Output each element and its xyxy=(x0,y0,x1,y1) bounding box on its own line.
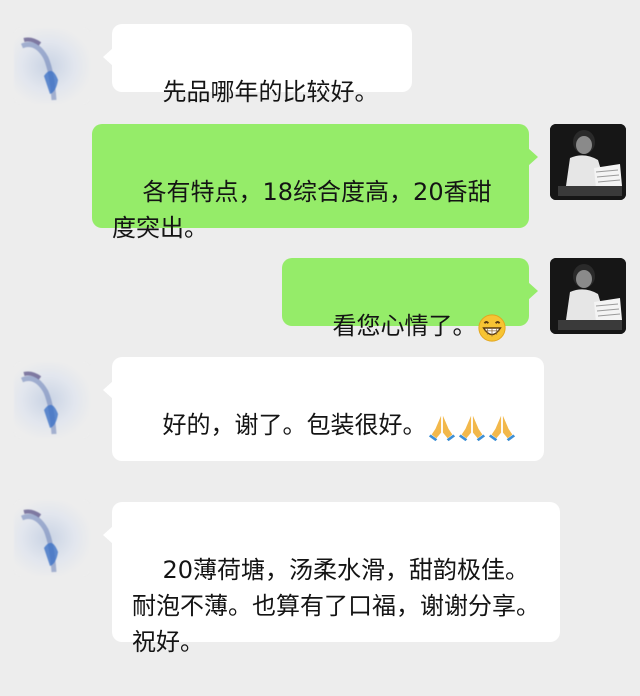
message-bubble-incoming[interactable]: 20薄荷塘，汤柔水滑，甜韵极佳。耐泡不薄。也算有了口福，谢谢分享。祝好。 xyxy=(103,502,560,656)
my-avatar[interactable] xyxy=(550,258,626,334)
message-bubble-outgoing[interactable]: 各有特点，18综合度高，20香甜度突出。 xyxy=(92,124,538,242)
message-text: 先品哪年的比较好。 xyxy=(162,78,379,106)
message-text: 20薄荷塘，汤柔水滑，甜韵极佳。耐泡不薄。也算有了口福，谢谢分享。祝好。 xyxy=(132,556,540,656)
blurred-avatar-icon xyxy=(21,371,58,435)
blurred-avatar-icon xyxy=(21,509,58,573)
blurred-avatar-icon xyxy=(21,37,58,101)
message-bubble-outgoing[interactable]: 看您心情了。 xyxy=(282,258,538,342)
folded-hands-icon xyxy=(457,412,487,442)
folded-hands-icon xyxy=(487,412,517,442)
grinning-face-icon xyxy=(477,313,507,343)
folded-hands-icon xyxy=(427,412,457,442)
contact-avatar[interactable] xyxy=(14,28,90,104)
my-avatar[interactable] xyxy=(550,124,626,200)
message-text: 好的，谢了。包装很好。 xyxy=(162,411,427,439)
person-avatar-icon xyxy=(550,124,626,200)
person-avatar-icon xyxy=(550,258,626,334)
message-text: 看您心情了。 xyxy=(332,312,477,340)
message-bubble-incoming[interactable]: 先品哪年的比较好。 xyxy=(103,24,412,106)
contact-avatar[interactable] xyxy=(14,500,90,576)
message-text: 各有特点，18综合度高，20香甜度突出。 xyxy=(112,178,492,242)
chat-thread: 先品哪年的比较好。 各有特点，18综合度高，20香甜度突出。 看您心情了。 好的… xyxy=(0,0,640,658)
message-bubble-incoming[interactable]: 好的，谢了。包装很好。 xyxy=(103,357,544,461)
contact-avatar[interactable] xyxy=(14,362,90,438)
